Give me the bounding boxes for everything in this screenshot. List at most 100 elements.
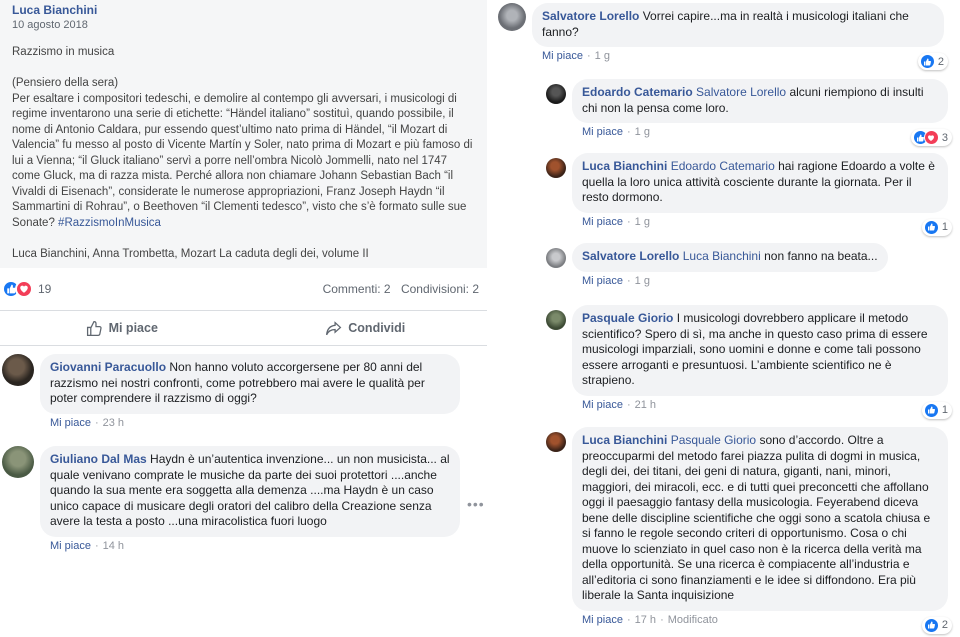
comment-like-link[interactable]: Mi piace [542,50,583,62]
post-source: Luca Bianchini, Anna Trombetta, Mozart L… [12,247,369,260]
comment-actions: Mi piace · 17 h · Modificato [582,613,718,626]
avatar[interactable] [2,354,34,386]
comment-author[interactable]: Pasquale Giorio [582,311,673,325]
comment-like-link[interactable]: Mi piace [582,216,623,228]
comment-bubble: Luca Bianchini Pasquale Giorio sono d’ac… [572,427,948,611]
comment-actions: Mi piace · 1 g [542,50,610,62]
comment-like-link[interactable]: Mi piace [582,275,623,287]
comment: Giuliano Dal Mas Haydn è un’autentica in… [2,446,462,552]
shares-count[interactable]: Condivisioni: 2 [401,282,479,296]
share-button-label: Condividi [348,321,406,335]
comment-body: Edoardo Catemario Salvatore Lorello alcu… [572,79,952,146]
comment-time[interactable]: 14 h [103,540,124,552]
comment-like-link[interactable]: Mi piace [582,399,623,411]
comment: Giovanni Paracuollo Non hanno voluto acc… [2,354,462,429]
comment-body: Luca Bianchini Pasquale Giorio sono d’ac… [572,427,952,634]
comment-bubble: Edoardo Catemario Salvatore Lorello alcu… [572,79,948,123]
comment-reactions[interactable]: 1 [921,401,952,419]
comment-actions: Mi piace · 1 g [582,215,650,228]
comment-bubble: Giuliano Dal Mas Haydn è un’autentica in… [40,446,460,537]
comment-like-link[interactable]: Mi piace [50,540,91,552]
comment-like-link[interactable]: Mi piace [582,614,623,626]
comment-like-link[interactable]: Mi piace [582,126,623,138]
comment-time[interactable]: 1 g [635,216,650,228]
comment-reactions[interactable]: 3 [910,129,952,146]
comment-like-link[interactable]: Mi piace [50,417,91,429]
edited-label[interactable]: Modificato [668,614,718,626]
share-arrow-icon [326,320,342,335]
comment-text: non fanno na beata... [764,249,878,263]
like-reaction-icon [923,402,939,418]
reply-comment: Edoardo Catemario Salvatore Lorello alcu… [546,79,958,146]
love-reaction-icon [923,130,939,145]
thumbs-up-icon [86,320,102,336]
comment-actions: Mi piace · 23 h [50,416,125,429]
comments-column: Salvatore Lorello Vorrei capire...ma in … [490,0,960,637]
more-options-icon[interactable]: ••• [467,496,485,512]
comment-body: Giuliano Dal Mas Haydn è un’autentica in… [40,446,460,552]
avatar[interactable] [546,84,566,104]
post-author[interactable]: Luca Bianchini [12,3,475,17]
comment-reactions[interactable]: 2 [921,616,952,634]
comments-count[interactable]: Commenti: 2 [323,282,391,296]
reaction-count: 3 [941,131,948,144]
comment-mention[interactable]: Luca Bianchini [683,249,761,263]
like-button[interactable]: Mi piace [0,311,244,345]
reply-comment: Salvatore Lorello Luca Bianchini non fan… [546,243,958,287]
comment-body: Salvatore Lorello Luca Bianchini non fan… [572,243,888,287]
comment-bubble: Pasquale Giorio I musicologi dovrebbero … [572,305,948,396]
comment-author[interactable]: Luca Bianchini [582,159,667,173]
reaction-count: 1 [941,221,948,233]
comment-actions: Mi piace · 21 h [582,398,657,411]
comment-time[interactable]: 1 g [595,50,610,62]
comment-time[interactable]: 23 h [103,417,124,429]
reaction-count: 2 [937,55,944,68]
like-reaction-icon [923,617,939,633]
reactions-summary: 19 Commenti: 2 Condivisioni: 2 [0,272,487,306]
comment-bubble: Salvatore Lorello Luca Bianchini non fan… [572,243,888,272]
post-date[interactable]: 10 agosto 2018 [12,19,475,31]
like-reaction-icon [919,54,935,69]
love-reaction-icon [15,280,33,298]
comment-author[interactable]: Giovanni Paracuollo [50,360,166,374]
post-text: Razzismo in musica (Pensiero della sera)… [12,46,473,229]
comment-author[interactable]: Luca Bianchini [582,433,667,447]
comment-time[interactable]: 17 h [635,614,656,626]
avatar[interactable] [546,310,566,330]
comment-body: Salvatore Lorello Vorrei capire...ma in … [532,3,948,70]
avatar[interactable] [2,446,34,478]
comment-author[interactable]: Giuliano Dal Mas [50,452,147,466]
avatar[interactable] [546,158,566,178]
comment-time[interactable]: 1 g [635,275,650,287]
post-action-bar: Mi piace Condividi [0,310,487,346]
post-hashtag[interactable]: #RazzismoInMusica [58,217,161,229]
share-button[interactable]: Condividi [244,311,488,345]
like-button-label: Mi piace [108,321,158,335]
comment-time[interactable]: 1 g [635,126,650,138]
comment: Salvatore Lorello Vorrei capire...ma in … [498,3,958,70]
reaction-count: 1 [941,404,948,416]
avatar[interactable] [546,248,566,268]
post-body: Razzismo in musica (Pensiero della sera)… [12,45,475,262]
comment-body: Pasquale Giorio I musicologi dovrebbero … [572,305,952,419]
comment-author[interactable]: Edoardo Catemario [582,85,693,99]
comment-reactions[interactable]: 1 [921,218,952,236]
comment-body: Luca Bianchini Edoardo Catemario hai rag… [572,153,952,236]
avatar[interactable] [546,432,566,452]
comment-author[interactable]: Salvatore Lorello [582,249,679,263]
comment-bubble: Luca Bianchini Edoardo Catemario hai rag… [572,153,948,213]
comment-mention[interactable]: Pasquale Giorio [671,433,756,447]
comment-mention[interactable]: Salvatore Lorello [696,85,786,99]
avatar[interactable] [498,3,526,31]
comment-author[interactable]: Salvatore Lorello [542,9,639,23]
comment-reactions[interactable]: 2 [917,53,948,70]
comment-body: Giovanni Paracuollo Non hanno voluto acc… [40,354,460,429]
comment-actions: Mi piace · 14 h [50,539,125,552]
comment-mention[interactable]: Edoardo Catemario [671,159,775,173]
comment-actions: Mi piace · 1 g [582,274,650,287]
reaction-count[interactable]: 19 [38,282,51,296]
comment-time[interactable]: 21 h [635,399,656,411]
reaction-icons[interactable] [2,280,33,298]
like-reaction-icon [923,219,939,235]
shared-post: Luca Bianchini 10 agosto 2018 Razzismo i… [0,0,487,268]
